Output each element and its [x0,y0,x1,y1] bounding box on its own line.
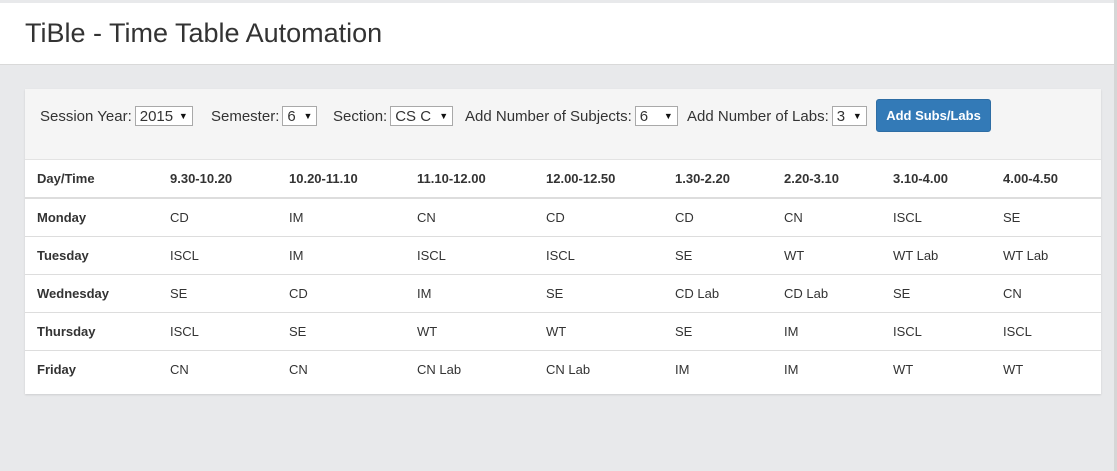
dropdown-arrow-icon: ▼ [663,111,673,121]
table-header-row: Day/Time 9.30-10.20 10.20-11.10 11.10-12.00… [25,159,1101,199]
column-header-time-slot: 1.30-2.20 [663,159,772,199]
table-row: Monday CD IM CN CD CD CN ISCL SE [25,198,1101,236]
subject-cell: CD [170,209,189,225]
subject-cell: IM [772,311,881,350]
page: TiBle - Time Table Automation Session Ye… [0,0,1117,471]
subject-cell: IM [289,209,304,225]
subject-cell: SE [663,311,772,350]
semester-select[interactable]: 6 ▼ [282,106,318,126]
column-header-time-slot: 4.00-4.50 [991,159,1101,199]
table-row: Thursday ISCL SE WT WT SE IM ISCL ISCL [25,311,1101,350]
subjects-label: Add Number of Subjects: [465,107,632,125]
subject-cell: CN [784,209,803,225]
table-row: Wednesday SE CD IM SE CD Lab CD Lab SE CN [25,273,1101,312]
subject-cell: SE [663,235,772,274]
table-row: Friday CN CN CN Lab CN Lab IM IM WT WT [25,349,1101,388]
section-select[interactable]: CS C ▼ [390,106,454,126]
subject-cell: SE [277,311,405,350]
session-year-label: Session Year: [40,107,132,125]
subject-cell: ISCL [534,235,663,274]
subject-cell: SE [881,273,991,312]
add-subs-labs-button[interactable]: Add Subs/Labs [876,99,991,132]
day-cell: Wednesday [25,273,158,312]
subject-cell: SE [1003,209,1021,225]
column-header-time-slot: 3.10-4.00 [881,159,991,199]
subjects-select[interactable]: 6 ▼ [634,106,678,126]
subject-cell: IM [663,349,772,388]
session-year-select[interactable]: 2015 ▼ [134,106,193,126]
dropdown-arrow-icon: ▼ [439,111,449,121]
day-cell: Tuesday [25,235,158,274]
subject-cell: WT [534,311,663,350]
section-label: Section: [333,107,388,125]
day-cell: Monday [37,209,87,225]
page-title: TiBle - Time Table Automation [25,18,383,48]
subject-cell: CD [277,273,405,312]
subject-cell: CD [675,209,694,225]
labs-value: 3 [836,107,846,125]
subject-cell: WT [881,349,991,388]
timetable-panel: Session Year: 2015 ▼ Semester: 6 ▼ Secti… [25,89,1101,394]
column-header-time-slot: 12.00-12.50 [534,159,663,199]
session-year-control: Session Year: 2015 ▼ [40,105,193,127]
dropdown-arrow-icon: ▼ [852,111,862,121]
subject-cell: WT Lab [991,235,1101,274]
subject-cell: CN [417,209,436,225]
subject-cell: CN Lab [534,349,663,388]
subject-cell: IM [277,235,405,274]
dropdown-arrow-icon: ▼ [303,111,313,121]
section-control: Section: CS C ▼ [333,105,454,127]
subject-cell: ISCL [405,235,534,274]
column-header-day-time: Day/Time [25,159,158,199]
subject-cell: ISCL [158,235,277,274]
column-header-time-slot: 11.10-12.00 [405,159,534,199]
subject-cell: SE [158,273,277,312]
app-header: TiBle - Time Table Automation [0,3,1114,65]
section-value: CS C [395,107,432,125]
subject-cell: CN [991,273,1101,312]
table-row: Tuesday ISCL IM ISCL ISCL SE WT WT Lab WT Lab [25,235,1101,274]
subject-cell: WT Lab [881,235,991,274]
subject-cell: ISCL [893,209,922,225]
subjects-control: Add Number of Subjects: 6 ▼ [465,105,678,127]
timetable: Day/Time 9.30-10.20 10.20-11.10 11.10-12.00… [25,159,1101,388]
dropdown-arrow-icon: ▼ [178,111,188,121]
labs-select[interactable]: 3 ▼ [831,106,867,126]
subject-cell: CD Lab [663,273,772,312]
subject-cell: CD Lab [772,273,881,312]
subject-cell: IM [405,273,534,312]
subject-cell: WT [772,235,881,274]
labs-label: Add Number of Labs: [687,107,829,125]
semester-value: 6 [287,107,296,125]
subject-cell: IM [772,349,881,388]
labs-control: Add Number of Labs: 3 ▼ [687,105,867,127]
column-header-time-slot: 10.20-11.10 [277,159,405,199]
subjects-value: 6 [639,107,649,125]
subject-cell: ISCL [158,311,277,350]
subject-cell: WT [405,311,534,350]
subject-cell: CN [277,349,405,388]
subject-cell: ISCL [881,311,991,350]
day-cell: Friday [25,349,158,388]
subject-cell: CN [158,349,277,388]
day-cell: Thursday [25,311,158,350]
semester-control: Semester: 6 ▼ [211,105,318,127]
column-header-time-slot: 2.20-3.10 [772,159,881,199]
subject-cell: SE [534,273,663,312]
subject-cell: ISCL [991,311,1101,350]
controls-bar: Session Year: 2015 ▼ Semester: 6 ▼ Secti… [25,89,1101,160]
subject-cell: WT [991,349,1101,388]
column-header-time-slot: 9.30-10.20 [158,159,277,199]
session-year-value: 2015 [139,107,174,125]
semester-label: Semester: [211,107,280,125]
subject-cell: CD [546,209,565,225]
subject-cell: CN Lab [405,349,534,388]
